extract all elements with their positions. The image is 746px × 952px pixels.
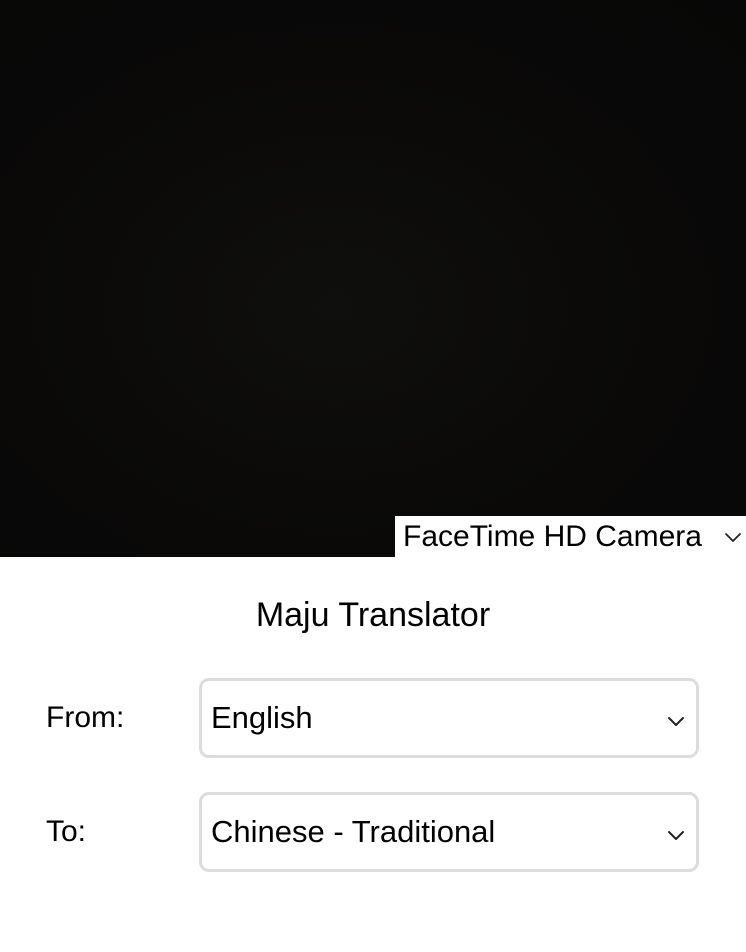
to-label: To: [46,815,87,848]
app-title: Maju Translator [255,596,491,634]
chevron-down-icon [668,831,684,840]
camera-source-select[interactable]: FaceTime HD Camera [395,516,746,557]
from-label: From: [46,701,125,734]
to-language-select[interactable]: Chinese - Traditional [199,792,699,872]
chevron-down-icon [725,533,741,542]
camera-preview [0,0,746,557]
to-language-value: Chinese - Traditional [211,814,496,849]
camera-source-label: FaceTime HD Camera [403,519,702,553]
from-language-select[interactable]: English [199,678,699,758]
from-language-value: English [211,700,313,735]
chevron-down-icon [668,717,684,726]
